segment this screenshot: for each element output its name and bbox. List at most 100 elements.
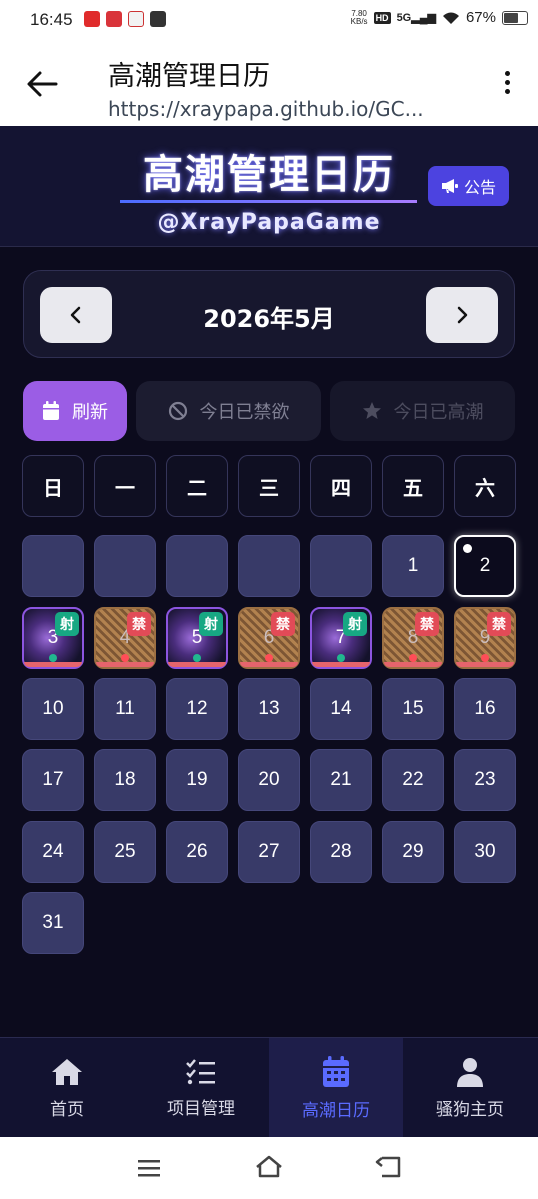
- day-cell-9[interactable]: 9禁: [454, 607, 516, 669]
- mail-notification-icon: [150, 11, 166, 27]
- nav-calendar[interactable]: 高潮日历: [269, 1038, 403, 1138]
- day-number: 19: [186, 769, 208, 790]
- user-icon: [457, 1057, 483, 1087]
- day-cell-8[interactable]: 8禁: [382, 607, 444, 669]
- record-dot: [409, 654, 417, 662]
- battery-percent: 67%: [465, 9, 496, 26]
- record-dot: [265, 654, 273, 662]
- empty-day-cell: [166, 535, 228, 597]
- shoot-badge: 射: [343, 612, 367, 636]
- weekday-sat: 六: [454, 455, 516, 517]
- chevron-right-icon: [457, 306, 468, 324]
- day-cell-26[interactable]: 26: [166, 821, 228, 883]
- empty-day-cell: [94, 535, 156, 597]
- ban-badge: 禁: [127, 612, 151, 636]
- status-time: 16:45: [30, 10, 73, 29]
- app-header: 高潮管理日历 @XrayPapaGame 公告: [0, 126, 538, 247]
- day-number: 23: [474, 769, 496, 790]
- day-number: 18: [114, 769, 136, 790]
- notice-button[interactable]: 公告: [428, 166, 509, 206]
- day-cell-20[interactable]: 20: [238, 749, 300, 811]
- browser-url[interactable]: https://xraypapa.github.io/GC...: [108, 97, 468, 121]
- weekday-fri: 五: [382, 455, 444, 517]
- hd-icon: HD: [373, 11, 391, 24]
- day-cell-31[interactable]: 31: [22, 892, 84, 954]
- nav-projects[interactable]: 项目管理: [134, 1038, 268, 1138]
- day-cell-27[interactable]: 27: [238, 821, 300, 883]
- refresh-label: 刷新: [72, 402, 108, 423]
- day-cell-21[interactable]: 21: [310, 749, 372, 811]
- back-arrow-icon[interactable]: [24, 66, 60, 102]
- day-cell-24[interactable]: 24: [22, 821, 84, 883]
- day-cell-29[interactable]: 29: [382, 821, 444, 883]
- author-handle: @XrayPapaGame: [157, 210, 381, 235]
- day-number: 14: [330, 698, 352, 719]
- day-number: 24: [42, 841, 64, 862]
- menu-icon[interactable]: [138, 1158, 162, 1178]
- nav-home[interactable]: 首页: [0, 1038, 134, 1138]
- day-cell-11[interactable]: 11: [94, 678, 156, 740]
- day-cell-25[interactable]: 25: [94, 821, 156, 883]
- day-number: 13: [258, 698, 280, 719]
- home-button-icon[interactable]: [254, 1155, 284, 1179]
- day-cell-22[interactable]: 22: [382, 749, 444, 811]
- netease-music-icon: [84, 11, 100, 27]
- day-number: 16: [474, 698, 496, 719]
- ban-badge: 禁: [271, 612, 295, 636]
- record-dot: [337, 654, 345, 662]
- day-cell-23[interactable]: 23: [454, 749, 516, 811]
- day-number: 22: [402, 769, 424, 790]
- day-cell-12[interactable]: 12: [166, 678, 228, 740]
- system-nav-bar: [0, 1137, 538, 1199]
- day-cell-13[interactable]: 13: [238, 678, 300, 740]
- day-cell-16[interactable]: 16: [454, 678, 516, 740]
- day-cell-7[interactable]: 7射: [310, 607, 372, 669]
- day-cell-6[interactable]: 6禁: [238, 607, 300, 669]
- weekday-thu: 四: [310, 455, 372, 517]
- climax-today-button[interactable]: 今日已高潮: [330, 381, 515, 441]
- day-number: 17: [42, 769, 64, 790]
- day-cell-4[interactable]: 4禁: [94, 607, 156, 669]
- record-bar: [240, 662, 298, 667]
- day-cell-10[interactable]: 10: [22, 678, 84, 740]
- day-cell-1[interactable]: 1: [382, 535, 444, 597]
- empty-day-cell: [238, 535, 300, 597]
- weekday-mon: 一: [94, 455, 156, 517]
- browser-toolbar: 高潮管理日历 https://xraypapa.github.io/GC...: [0, 42, 538, 126]
- day-number: 31: [42, 912, 64, 933]
- day-number: 26: [186, 841, 208, 862]
- day-cell-14[interactable]: 14: [310, 678, 372, 740]
- abstain-today-button[interactable]: 今日已禁欲: [136, 381, 321, 441]
- app-notification-icon: [106, 11, 122, 27]
- today-marker: [463, 544, 472, 553]
- net-speed: 7.80 KB/s: [350, 9, 368, 26]
- day-cell-17[interactable]: 17: [22, 749, 84, 811]
- nav-profile[interactable]: 骚狗主页: [403, 1038, 537, 1138]
- day-cell-5[interactable]: 5射: [166, 607, 228, 669]
- record-dot: [481, 654, 489, 662]
- day-cell-15[interactable]: 15: [382, 678, 444, 740]
- day-cell-18[interactable]: 18: [94, 749, 156, 811]
- record-bar: [384, 662, 442, 667]
- day-cell-3[interactable]: 3射: [22, 607, 84, 669]
- next-month-button[interactable]: [426, 287, 498, 343]
- task-list-icon: [186, 1058, 215, 1084]
- day-cell-28[interactable]: 28: [310, 821, 372, 883]
- record-bar: [24, 662, 82, 667]
- day-cell-19[interactable]: 19: [166, 749, 228, 811]
- day-number: 27: [258, 841, 280, 862]
- nav-projects-label: 项目管理: [167, 1098, 235, 1119]
- day-cell-30[interactable]: 30: [454, 821, 516, 883]
- day-cell-2-today[interactable]: 2: [454, 535, 516, 597]
- ban-icon: [168, 401, 187, 421]
- more-menu-icon[interactable]: [502, 68, 512, 104]
- record-dot: [193, 654, 201, 662]
- refresh-button[interactable]: 刷新: [23, 381, 127, 441]
- day-number: 10: [42, 698, 64, 719]
- back-button-icon[interactable]: [374, 1155, 402, 1179]
- empty-day-cell: [310, 535, 372, 597]
- month-navigator: 2026年5月: [23, 270, 515, 358]
- net-speed-unit: KB/s: [350, 16, 368, 26]
- weibo-icon: [128, 11, 144, 27]
- record-bar: [168, 662, 226, 667]
